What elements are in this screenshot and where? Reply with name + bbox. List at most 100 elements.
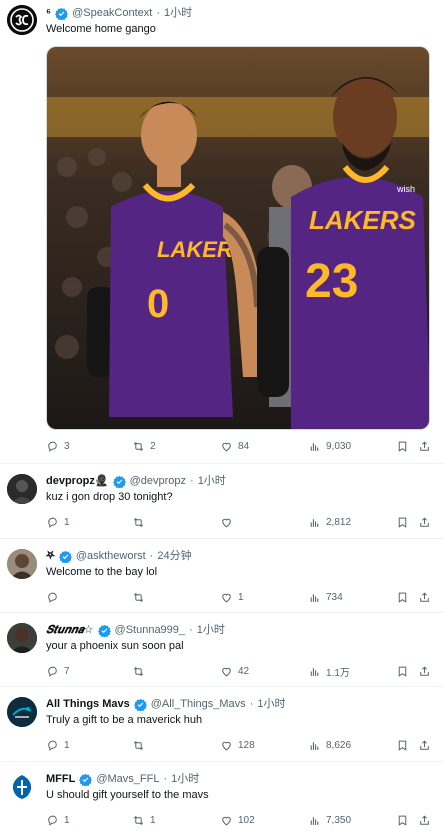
reply-button[interactable]: 1 (46, 814, 70, 827)
handle[interactable]: @All_Things_Mavs (151, 697, 246, 711)
avatar[interactable] (7, 623, 37, 653)
share-button[interactable] (418, 739, 431, 752)
handle[interactable]: @SpeakContext (72, 6, 152, 20)
bookmark-icon (398, 592, 407, 603)
retweet-button[interactable] (132, 739, 150, 752)
views-button[interactable]: 8,626 (308, 739, 351, 752)
like-button[interactable] (220, 516, 238, 529)
display-name[interactable]: ⁶ (46, 6, 51, 20)
handle[interactable]: @Stunna999_ (115, 623, 186, 637)
share-icon (420, 591, 429, 602)
avatar[interactable] (7, 697, 37, 727)
handle[interactable]: @asktheworst (76, 549, 146, 563)
post-photo[interactable]: LAKERS 0 LAKERS 23 wish (46, 46, 430, 430)
timestamp[interactable]: 24分钟 (157, 549, 191, 563)
display-name[interactable]: All Things Mavs (46, 697, 130, 711)
retweet-button[interactable] (132, 665, 150, 678)
reply-post[interactable]: All Things Mavs @All_Things_Mavs · 1小时 T… (0, 687, 444, 762)
reply-icon (48, 740, 57, 751)
bookmark-button[interactable] (396, 516, 409, 529)
share-icon (420, 440, 429, 451)
main-post[interactable]: ⁶ @SpeakContext · 1小时 Welcome home gango (0, 0, 444, 464)
avatar[interactable] (7, 5, 37, 35)
bookmark-button[interactable] (396, 814, 409, 827)
like-count: 42 (238, 665, 250, 677)
views-button[interactable]: 2,812 (308, 516, 351, 529)
heart-icon (222, 442, 231, 451)
asktheworst-avatar-image (7, 549, 37, 579)
post-header: ⛧ @asktheworst · 24分钟 (46, 549, 432, 563)
share-button[interactable] (418, 814, 431, 827)
action-bar: 1 2,812 (46, 514, 432, 530)
bookmark-button[interactable] (396, 739, 409, 752)
reply-post[interactable]: devpropz🥷🏿 @devpropz · 1小时 kuz i gon dro… (0, 464, 444, 539)
reply-post[interactable]: ⛧ @asktheworst · 24分钟 Welcome to the bay… (0, 539, 444, 613)
reply-button[interactable]: 1 (46, 739, 70, 752)
views-icon (310, 442, 319, 451)
reply-button[interactable]: 3 (46, 440, 70, 453)
timestamp[interactable]: 1小时 (171, 772, 199, 786)
views-button[interactable]: 9,030 (308, 440, 351, 453)
separator-dot: · (190, 475, 194, 487)
views-button[interactable]: 734 (308, 591, 343, 604)
verified-badge-icon (58, 550, 72, 563)
views-count: 1.1万 (326, 667, 350, 679)
heart-icon (222, 667, 231, 676)
reply-post[interactable]: 𝑺𝒕𝒖𝒏𝒏𝒂☆ @Stunna999_ · 1小时 your a phoenix… (0, 613, 444, 687)
lakers-photo-image: LAKERS 0 LAKERS 23 wish (47, 47, 429, 429)
timestamp[interactable]: 1小时 (197, 623, 225, 637)
reply-count: 1 (64, 739, 70, 751)
display-name[interactable]: MFFL (46, 772, 75, 786)
like-button[interactable]: 84 (220, 440, 249, 453)
display-name[interactable]: 𝑺𝒕𝒖𝒏𝒏𝒂☆ (46, 623, 94, 637)
bookmark-button[interactable] (396, 665, 409, 678)
heart-icon (222, 593, 231, 602)
bookmark-button[interactable] (396, 440, 409, 453)
avatar[interactable] (7, 549, 37, 579)
display-name[interactable]: devpropz🥷🏿 (46, 474, 109, 488)
action-bar: 1 128 8,626 (46, 737, 432, 753)
like-button[interactable]: 42 (220, 665, 249, 678)
views-button[interactable]: 1.1万 (308, 664, 350, 679)
reply-button[interactable] (46, 591, 64, 604)
handle[interactable]: @devpropz (130, 474, 186, 488)
post-text: kuz i gon drop 30 tonight? (46, 491, 173, 503)
retweet-button[interactable] (132, 591, 150, 604)
retweet-count: 2 (150, 440, 156, 452)
share-icon (420, 814, 429, 825)
reply-icon (48, 592, 57, 603)
like-button[interactable]: 102 (220, 814, 255, 827)
action-bar: 3 2 84 9,030 (46, 438, 432, 454)
reply-post[interactable]: MFFL @Mavs_FFL · 1小时 U should gift yours… (0, 762, 444, 839)
retweet-button[interactable]: 1 (132, 814, 156, 827)
views-icon (310, 667, 319, 676)
bookmark-icon (398, 815, 407, 826)
share-button[interactable] (418, 516, 431, 529)
retweet-icon (133, 666, 144, 676)
share-button[interactable] (418, 591, 431, 604)
retweet-button[interactable]: 2 (132, 440, 156, 453)
like-button[interactable]: 128 (220, 739, 255, 752)
display-name[interactable]: ⛧ (46, 549, 55, 563)
views-button[interactable]: 7,350 (308, 814, 351, 827)
heart-icon (222, 816, 231, 825)
avatar[interactable] (7, 474, 37, 504)
share-button[interactable] (418, 665, 431, 678)
share-icon (420, 665, 429, 676)
avatar[interactable] (7, 772, 37, 802)
reply-button[interactable]: 1 (46, 516, 70, 529)
separator-dot: · (189, 624, 193, 636)
handle[interactable]: @Mavs_FFL (96, 772, 159, 786)
action-bar: 7 42 1.1万 (46, 663, 432, 679)
retweet-button[interactable] (132, 516, 150, 529)
like-count: 84 (238, 440, 250, 452)
timestamp[interactable]: 1小时 (257, 697, 285, 711)
timestamp[interactable]: 1小时 (164, 6, 192, 20)
bookmark-button[interactable] (396, 591, 409, 604)
views-icon (310, 741, 319, 750)
reply-button[interactable]: 7 (46, 665, 70, 678)
like-button[interactable]: 1 (220, 591, 244, 604)
retweet-count: 1 (150, 814, 156, 826)
timestamp[interactable]: 1小时 (198, 474, 226, 488)
share-button[interactable] (418, 440, 431, 453)
